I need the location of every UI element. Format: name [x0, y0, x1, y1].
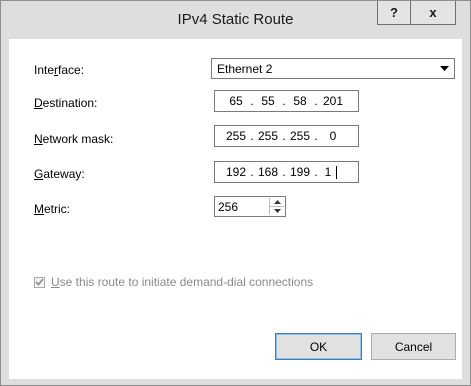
destination-octet-1[interactable]: 65 [225, 94, 247, 108]
title-bar[interactable]: IPv4 Static Route ? x [1, 1, 470, 39]
text-caret [336, 165, 337, 179]
close-icon: x [429, 5, 437, 20]
metric-spinner[interactable] [269, 198, 284, 215]
gateway-ip-field[interactable]: 192. 168. 199. 1 [214, 161, 359, 183]
destination-label: Destination: [34, 96, 98, 110]
network-mask-label: Network mask: [34, 132, 114, 146]
spin-up-icon[interactable] [270, 198, 284, 207]
demand-dial-option[interactable]: Use this route to initiate demand-dial c… [34, 275, 313, 289]
destination-octet-4[interactable]: 201 [321, 94, 345, 108]
metric-label: Metric: [34, 202, 71, 216]
metric-value[interactable]: 256 [218, 200, 238, 214]
destination-octet-2[interactable]: 55 [257, 94, 279, 108]
interface-dropdown[interactable]: Ethernet 2 [211, 58, 455, 79]
mask-octet-3[interactable]: 255 [289, 129, 311, 143]
spin-down-icon[interactable] [270, 207, 284, 215]
network-mask-field[interactable]: 255. 255. 255. 0 [214, 125, 359, 147]
ipv4-static-route-dialog: IPv4 Static Route ? x Interface: Etherne… [0, 0, 471, 386]
help-icon: ? [390, 5, 398, 20]
gateway-octet-3[interactable]: 199 [289, 165, 311, 179]
mask-octet-1[interactable]: 255 [225, 129, 247, 143]
mask-octet-4[interactable]: 0 [321, 129, 345, 143]
gateway-octet-2[interactable]: 168 [257, 165, 279, 179]
dialog-body: Interface: Ethernet 2 Destination: 65. 5… [9, 39, 462, 379]
gateway-label: Gateway: [34, 167, 85, 181]
help-button[interactable]: ? [377, 1, 411, 25]
gateway-octet-1[interactable]: 192 [225, 165, 247, 179]
demand-dial-label: Use this route to initiate demand-dial c… [51, 275, 314, 289]
chevron-down-icon[interactable] [436, 60, 453, 77]
interface-selected-value: Ethernet 2 [217, 62, 273, 76]
ok-button[interactable]: OK [275, 333, 362, 360]
interface-label: Interface: [34, 63, 85, 77]
destination-ip-field[interactable]: 65. 55. 58. 201 [214, 90, 359, 112]
close-button[interactable]: x [410, 1, 456, 25]
cancel-button[interactable]: Cancel [371, 333, 456, 360]
mask-octet-2[interactable]: 255 [257, 129, 279, 143]
demand-dial-checkbox[interactable] [34, 276, 45, 288]
gateway-octet-4[interactable]: 1 [321, 165, 335, 179]
destination-octet-3[interactable]: 58 [289, 94, 311, 108]
checkmark-icon [35, 278, 44, 286]
metric-spinbox[interactable]: 256 [214, 196, 286, 217]
